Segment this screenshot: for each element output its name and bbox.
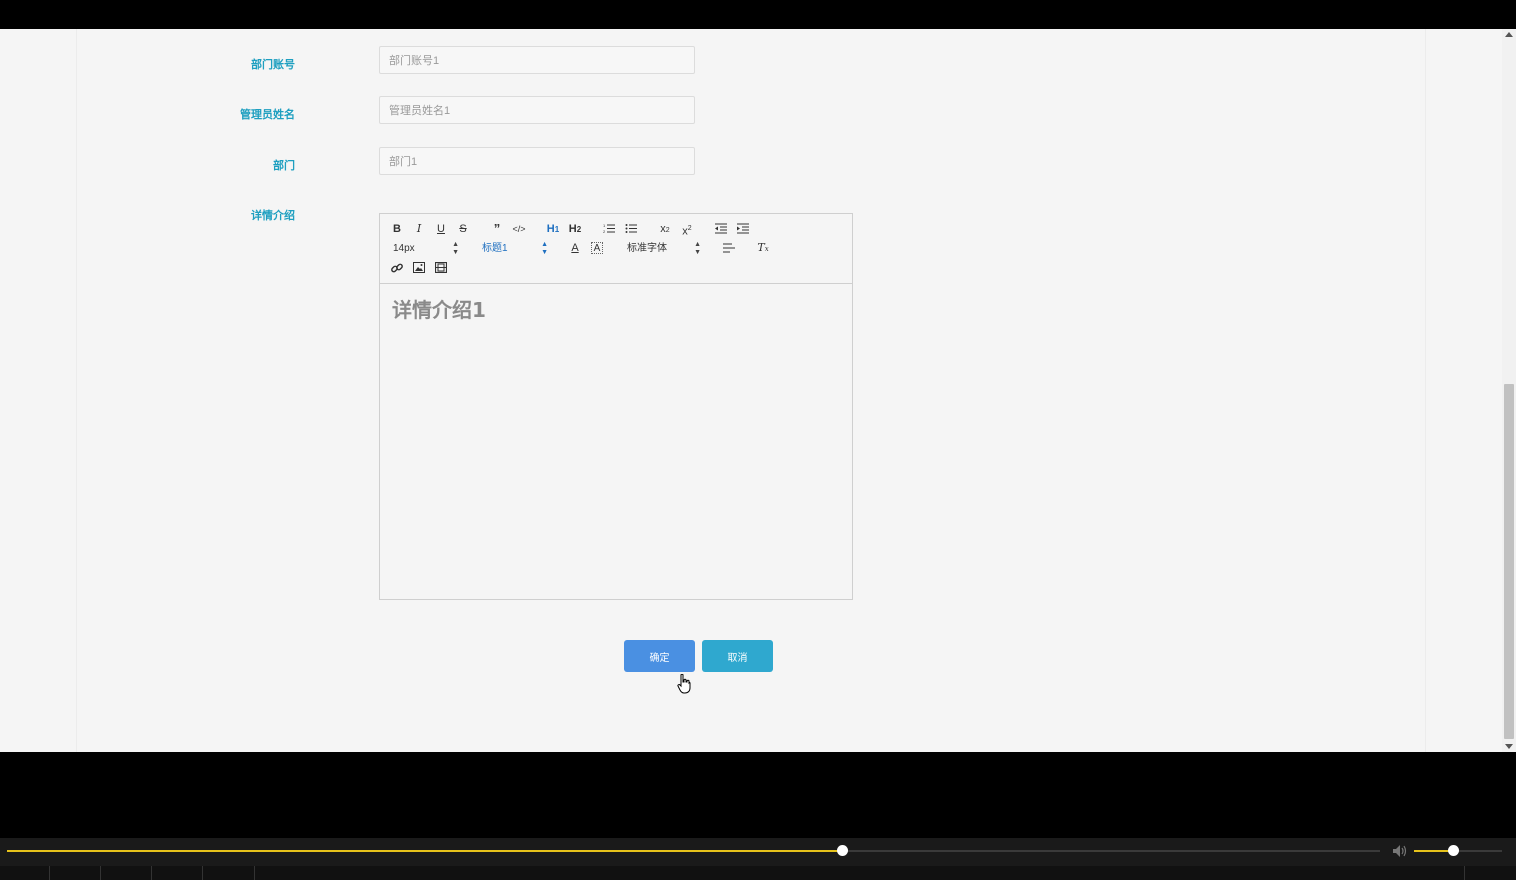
progress-fill [7, 850, 842, 852]
heading-select[interactable]: 标题1 ▲ ▼ [482, 241, 548, 257]
strip-segment [152, 866, 203, 880]
font-family-value: 标准字体 [627, 243, 667, 254]
heading-value: 标题1 [482, 243, 508, 254]
scroll-up-arrow-icon[interactable] [1505, 32, 1513, 37]
confirm-button[interactable]: 确定 [624, 640, 695, 672]
code-icon[interactable]: </> [510, 221, 528, 237]
font-size-select[interactable]: 14px ▲ ▼ [393, 241, 459, 257]
strip-segment [1464, 866, 1465, 880]
strip-segment [50, 866, 101, 880]
subscript-icon[interactable]: x2 [656, 221, 674, 237]
volume-icon[interactable] [1392, 844, 1408, 858]
department-input[interactable] [379, 147, 695, 175]
strip-segment [203, 866, 255, 880]
clear-format-icon[interactable]: Tx [754, 240, 772, 256]
label-dept-account: 部门账号 [251, 59, 295, 71]
svg-text:1: 1 [603, 223, 606, 228]
font-size-value: 14px [393, 243, 415, 254]
blockquote-icon[interactable]: ” [488, 221, 506, 237]
h2-icon[interactable]: H2 [566, 221, 584, 237]
dept-account-input[interactable] [379, 46, 695, 74]
select-caret-icon: ▲ ▼ [452, 241, 459, 256]
italic-icon[interactable]: I [410, 221, 428, 237]
select-caret-icon: ▲ ▼ [541, 241, 548, 256]
hand-cursor-icon [677, 674, 691, 694]
link-icon[interactable] [388, 260, 406, 276]
strip-segment [101, 866, 152, 880]
cancel-button[interactable]: 取消 [702, 640, 773, 672]
editor-toolbar: B I U S ” </> H1 H2 12 x2 x2 14px ▲ ▼ 标题… [380, 214, 852, 284]
ordered-list-icon[interactable]: 12 [600, 221, 618, 237]
label-department: 部门 [273, 160, 295, 172]
align-icon[interactable] [720, 241, 738, 257]
top-bar [0, 0, 1516, 29]
progress-track[interactable] [7, 845, 1380, 856]
select-caret-icon: ▲ ▼ [694, 241, 701, 256]
h1-icon[interactable]: H1 [544, 221, 562, 237]
volume-fill [1414, 850, 1453, 852]
vertical-scrollbar[interactable] [1502, 29, 1516, 752]
background-color-icon[interactable]: A [591, 242, 603, 254]
editor-content[interactable]: 详情介绍1 [392, 294, 486, 323]
scrollbar-thumb[interactable] [1504, 384, 1514, 739]
bullet-list-icon[interactable] [622, 221, 640, 237]
admin-name-input[interactable] [379, 96, 695, 124]
font-family-select[interactable]: 标准字体 ▲ ▼ [627, 241, 701, 257]
bold-icon[interactable]: B [388, 221, 406, 237]
strike-icon[interactable]: S [454, 221, 472, 237]
superscript-icon[interactable]: x2 [678, 221, 696, 238]
page-viewport: 部门账号 管理员姓名 部门 详情介绍 B I U S ” </> H1 H2 1… [0, 29, 1502, 752]
volume-track[interactable] [1414, 845, 1502, 856]
rich-text-editor: B I U S ” </> H1 H2 12 x2 x2 14px ▲ ▼ 标题… [379, 213, 853, 600]
label-admin-name: 管理员姓名 [240, 109, 295, 121]
bottom-strip [0, 866, 1516, 880]
volume-knob[interactable] [1447, 845, 1459, 856]
label-details: 详情介绍 [251, 210, 295, 222]
indent-icon[interactable] [734, 221, 752, 237]
form-card: 部门账号 管理员姓名 部门 详情介绍 B I U S ” </> H1 H2 1… [76, 29, 1426, 752]
progress-knob[interactable] [836, 845, 848, 856]
video-icon[interactable] [432, 260, 450, 276]
svg-text:2: 2 [603, 229, 606, 234]
image-icon[interactable] [410, 260, 428, 276]
strip-segment [0, 866, 50, 880]
underline-icon[interactable]: U [432, 221, 450, 237]
outdent-icon[interactable] [712, 221, 730, 237]
font-color-icon[interactable]: A [566, 240, 584, 256]
scroll-down-arrow-icon[interactable] [1505, 744, 1513, 749]
